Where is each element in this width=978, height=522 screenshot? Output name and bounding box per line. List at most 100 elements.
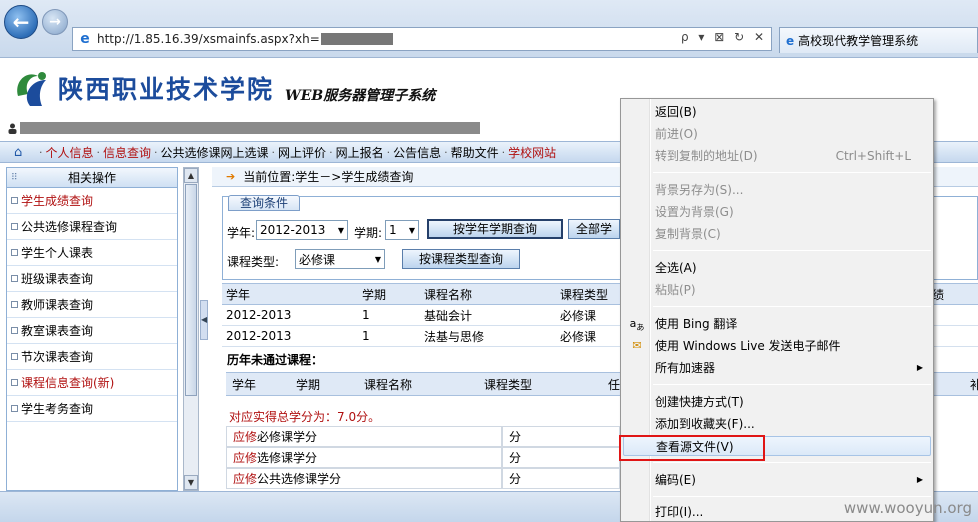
history-title: 历年未通过课程： — [227, 353, 324, 367]
sidebar-item-label: 教室课表查询 — [21, 324, 94, 338]
menu-item-label: 复制背景(C) — [655, 227, 721, 241]
menu-separator — [653, 384, 931, 385]
scroll-down-icon[interactable]: ▼ — [184, 475, 198, 490]
submenu-arrow-icon: ▶ — [916, 363, 923, 372]
bullet-icon — [11, 405, 18, 412]
menu-item-add-favorites[interactable]: 添加到收藏夹(F)... — [623, 414, 931, 434]
menu-item-encoding[interactable]: 编码(E) ▶ — [623, 470, 931, 490]
sidebar-item-room-timetable[interactable]: 教室课表查询 — [7, 318, 177, 344]
browser-tab[interactable]: e 高校现代教学管理系统 — [779, 27, 978, 53]
home-icon[interactable]: ⌂ — [14, 145, 30, 160]
menu-item-create-shortcut[interactable]: 创建快捷方式(T) — [623, 392, 931, 412]
nav-elective-select[interactable]: 公共选修课网上选课 — [161, 144, 269, 161]
sidebar-title: 相关操作 — [67, 171, 116, 185]
menu-item-all-accelerators[interactable]: 所有加速器 ▶ — [623, 358, 931, 378]
col-credit: 任 — [608, 377, 621, 392]
course-type-select[interactable]: 必修课 ▼ — [295, 249, 385, 269]
email-icon: ✉ — [632, 339, 642, 352]
query-tab: 查询条件 — [228, 195, 300, 211]
sidebar-item-period-timetable[interactable]: 节次课表查询 — [7, 344, 177, 370]
cell-year: 2012-2013 — [226, 308, 292, 322]
chevron-down-icon: ▼ — [374, 254, 381, 264]
sidebar-item-score-query[interactable]: 学生成绩查询 — [7, 188, 177, 214]
forward-arrow-icon[interactable]: → — [42, 9, 68, 35]
nav-online-evaluation[interactable]: 网上评价 — [278, 144, 326, 161]
sidebar-item-teacher-timetable[interactable]: 教师课表查询 — [7, 292, 177, 318]
sidebar-item-exam-query[interactable]: 学生考务查询 — [7, 396, 177, 422]
breadcrumb-text: 当前位置:学生－>学生成绩查询 — [243, 170, 414, 184]
credit-label: 公共选修课学分 — [257, 472, 342, 486]
sidebar-item-elective-query[interactable]: 公共选修课程查询 — [7, 214, 177, 240]
menu-item-label: 设置为背景(G) — [655, 205, 734, 219]
menu-item-bing-translate[interactable]: aあ 使用 Bing 翻译 — [623, 314, 931, 334]
menu-item-go-to-copied[interactable]: 转到复制的地址(D) Ctrl+Shift+L — [623, 146, 931, 166]
menu-item-live-email[interactable]: ✉ 使用 Windows Live 发送电子邮件 — [623, 336, 931, 356]
system-name: WEB服务器管理子系统 — [285, 88, 436, 104]
col-course-name: 课程名称 — [424, 287, 473, 302]
menu-item-label: 所有加速器 — [655, 361, 716, 375]
bullet-icon — [11, 197, 18, 204]
sidebar-item-class-timetable[interactable]: 班级课表查询 — [7, 266, 177, 292]
nav-school-site[interactable]: 学校网站 — [508, 144, 556, 161]
credit-value-required: 分 — [502, 426, 620, 447]
nav-help[interactable]: 帮助文件 — [451, 144, 499, 161]
sidebar-item-personal-timetable[interactable]: 学生个人课表 — [7, 240, 177, 266]
menu-item-label: 添加到收藏夹(F)... — [655, 417, 755, 431]
credit-value-elective: 分 — [502, 447, 620, 468]
cell-term: 1 — [362, 329, 370, 343]
sidebar-item-label: 节次课表查询 — [21, 350, 94, 364]
menu-item-label: 返回(B) — [655, 105, 697, 119]
menu-item-forward[interactable]: 前进(O) — [623, 124, 931, 144]
sidebar-item-label: 学生成绩查询 — [21, 194, 94, 208]
menu-item-set-background[interactable]: 设置为背景(G) — [623, 202, 931, 222]
scroll-thumb[interactable] — [185, 184, 197, 396]
sidebar-item-label: 学生个人课表 — [21, 246, 94, 260]
menu-item-copy-background[interactable]: 复制背景(C) — [623, 224, 931, 244]
menu-item-back[interactable]: 返回(B) — [623, 102, 931, 122]
sidebar-header: ⠿ 相关操作 — [7, 168, 177, 188]
menu-item-select-all[interactable]: 全选(A) — [623, 258, 931, 278]
sidebar-item-label: 班级课表查询 — [21, 272, 94, 286]
nav-online-signup[interactable]: 网上报名 — [336, 144, 384, 161]
school-name: 陕西职业技术学院 — [58, 75, 275, 104]
menu-item-label: 粘贴(P) — [655, 283, 696, 297]
col-course-name: 课程名称 — [364, 377, 413, 392]
watermark: www.wooyun.org — [843, 499, 972, 517]
nav-announcements[interactable]: 公告信息 — [393, 144, 441, 161]
col-course-type: 课程类型 — [560, 287, 609, 302]
nav-personal-info[interactable]: 个人信息 — [46, 144, 94, 161]
redacted-id — [320, 33, 393, 45]
collapse-sidebar-icon[interactable]: ◀ — [200, 300, 208, 340]
menu-separator — [653, 172, 931, 173]
chevron-down-icon: ▼ — [408, 225, 415, 235]
credit-total: 对应实得总学分为：7.0分。 — [229, 410, 381, 424]
back-arrow-icon[interactable]: ← — [4, 5, 38, 39]
cell-year: 2012-2013 — [226, 329, 292, 343]
credit-unit: 分 — [509, 472, 522, 486]
user-info — [8, 121, 488, 135]
query-by-type-button[interactable]: 按课程类型查询 — [402, 249, 520, 269]
menu-item-paste[interactable]: 粘贴(P) — [623, 280, 931, 300]
redacted-user-name — [20, 122, 480, 134]
address-tools-icon[interactable]: ρ ▾ ⊠ ↻ ✕ — [681, 30, 767, 44]
sidebar-item-label: 学生考务查询 — [21, 402, 94, 416]
term-select[interactable]: 1 ▼ — [385, 220, 419, 240]
query-all-button[interactable]: 全部学 — [568, 219, 620, 239]
year-select[interactable]: 2012-2013 ▼ — [256, 220, 348, 240]
cell-term: 1 — [362, 308, 370, 322]
menu-item-save-background[interactable]: 背景另存为(S)... — [623, 180, 931, 200]
sidebar-item-label: 公共选修课程查询 — [21, 220, 118, 234]
school-logo-icon — [17, 72, 46, 106]
query-by-year-term-button[interactable]: 按学年学期查询 — [427, 219, 563, 239]
menu-item-label: 使用 Bing 翻译 — [655, 317, 738, 331]
chevron-down-icon: ▼ — [337, 225, 344, 235]
address-bar[interactable]: e http://1.85.16.39/xsmainfs.aspx?xh= ρ … — [72, 27, 772, 51]
col-makeup: 补 — [970, 377, 978, 392]
nav-info-query[interactable]: 信息查询 — [103, 144, 151, 161]
credit-prefix: 应修 — [233, 451, 258, 465]
sidebar-scrollbar[interactable]: ▲ ▼ — [183, 167, 199, 491]
sidebar-item-course-info[interactable]: 课程信息查询(新) — [7, 370, 177, 396]
menu-separator — [653, 496, 931, 497]
scroll-up-icon[interactable]: ▲ — [184, 168, 198, 183]
col-year: 学年 — [226, 287, 251, 302]
